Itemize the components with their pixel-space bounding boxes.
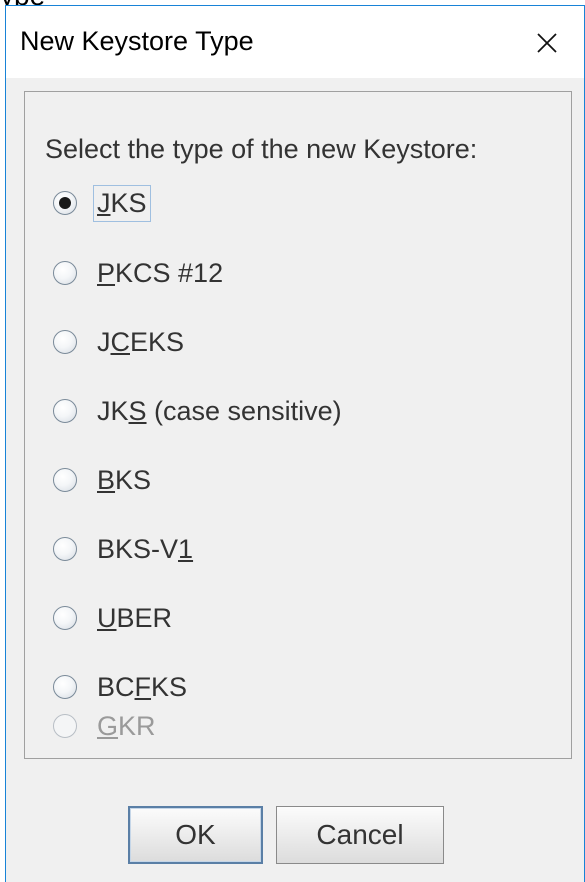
radio-button [53, 714, 77, 738]
radio-label: PKCS #12 [97, 257, 224, 288]
cancel-button[interactable]: Cancel [276, 806, 444, 864]
radio-option-jks[interactable]: JKS [53, 183, 151, 223]
title-bar: New Keystore Type [6, 6, 584, 78]
radio-option-bcfks[interactable]: BCFKS [53, 667, 191, 707]
radio-label: UBER [97, 602, 173, 633]
close-icon [537, 33, 557, 53]
keystore-type-group: Select the type of the new Keystore: JKS… [24, 91, 572, 759]
radio-button[interactable] [53, 399, 77, 423]
radio-option-jceks[interactable]: JCEKS [53, 322, 188, 362]
radio-button[interactable] [53, 191, 77, 215]
radio-option-gkr: GKR [53, 706, 160, 746]
radio-button[interactable] [53, 675, 77, 699]
radio-option-pkcs12[interactable]: PKCS #12 [53, 253, 227, 293]
radio-button[interactable] [53, 468, 77, 492]
new-keystore-type-dialog: New Keystore Type Select the type of the… [5, 5, 585, 882]
ok-button[interactable]: OK [128, 806, 263, 864]
radio-option-uber[interactable]: UBER [53, 598, 176, 638]
radio-label: BCFKS [97, 671, 188, 702]
radio-button[interactable] [53, 330, 77, 354]
radio-option-jks-case-sensitive[interactable]: JKS (case sensitive) [53, 391, 346, 431]
radio-option-bks[interactable]: BKS [53, 460, 155, 500]
radio-label: BKS [97, 464, 152, 495]
radio-label: JKS [93, 184, 151, 222]
select-type-prompt: Select the type of the new Keystore: [45, 134, 478, 164]
radio-option-bks-v1[interactable]: BKS-V1 [53, 529, 197, 569]
radio-label: JCEKS [97, 326, 185, 357]
radio-button[interactable] [53, 537, 77, 561]
radio-button[interactable] [53, 261, 77, 285]
radio-label: BKS-V1 [97, 533, 194, 564]
dialog-title: New Keystore Type [20, 26, 254, 56]
close-button[interactable] [526, 22, 566, 62]
radio-label: GKR [97, 710, 156, 741]
radio-label: JKS (case sensitive) [97, 395, 342, 426]
radio-button[interactable] [53, 606, 77, 630]
